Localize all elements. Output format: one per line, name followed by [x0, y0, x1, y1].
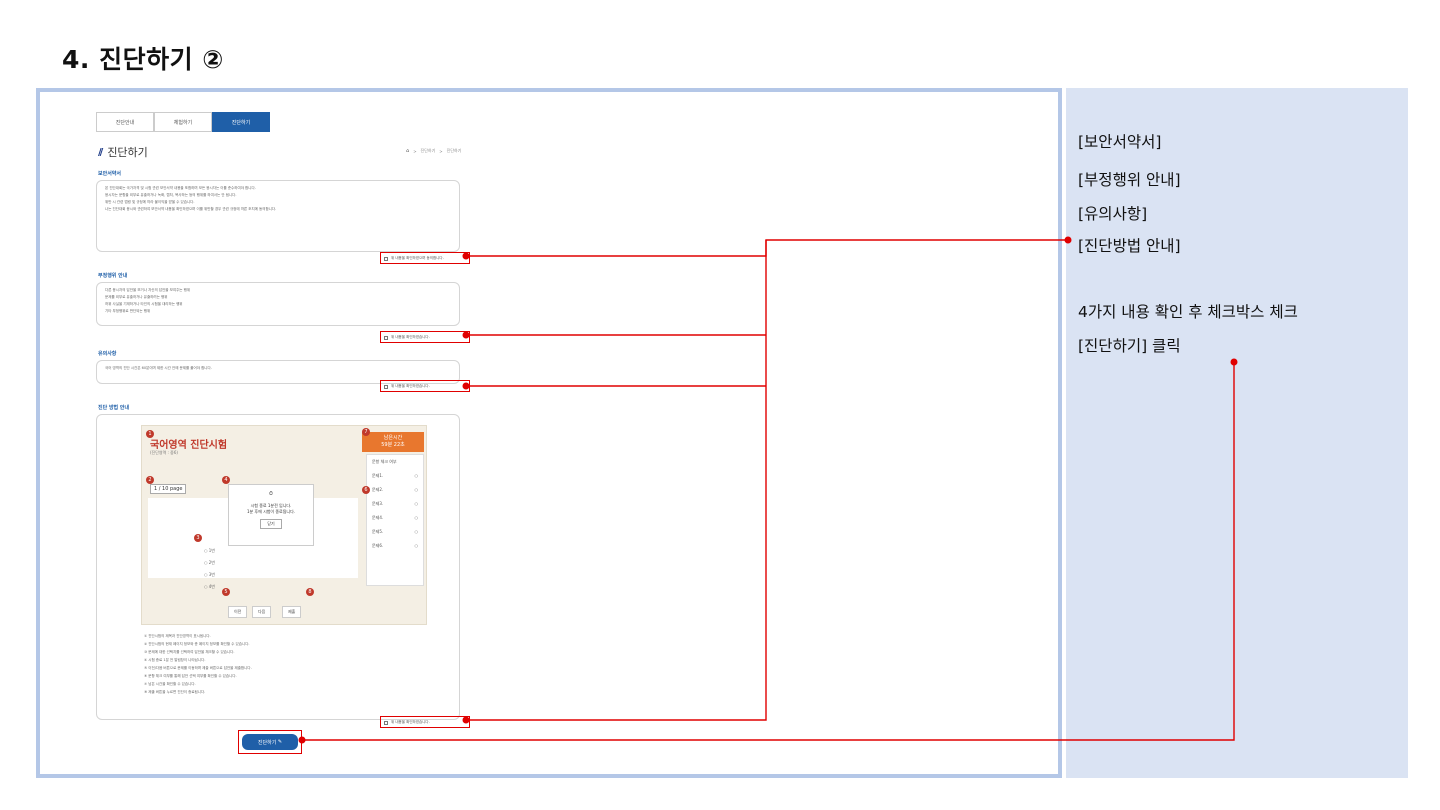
callout-number: 5 [222, 588, 230, 596]
callout-number: 2 [146, 476, 154, 484]
page-indicator: 1 / 10 page [150, 484, 187, 494]
question-row[interactable]: 문제3. ○ [367, 497, 423, 511]
callout-number: 1 [146, 430, 154, 438]
highlight-box [380, 716, 470, 728]
highlight-box [380, 380, 470, 392]
stopwatch-icon: ⏱ [269, 491, 273, 497]
cheat-line: 허위 사실을 기재하거나 타인의 시험을 대리하는 행위 [105, 302, 183, 306]
highlight-box [238, 730, 302, 754]
question-check-panel: 문항 체크 여부 문제1. ○ 문제2. ○ 문제3. ○ 문제4. ○ 문제5. ○ 문… [366, 454, 424, 586]
security-line: 나는 진단대회 응시와 관련하여 보안서약 내용을 확인하였으며 이를 위반할 … [105, 207, 277, 211]
cheat-line: 문제를 외부로 유출하거나 유출하려는 행위 [105, 295, 168, 299]
time-alert-modal: ⏱ 시험 종료 1분전 입니다. 1분 후에 시험이 종료됩니다. 닫기 [228, 484, 314, 546]
question-row[interactable]: 문제5. ○ [367, 525, 423, 539]
breadcrumb-item[interactable]: 진단하기 [421, 148, 436, 154]
submit-button[interactable]: 제출 [282, 606, 302, 618]
note-item: [보안서약서] [1078, 133, 1162, 151]
callout-number: 6 [362, 486, 370, 494]
exam-title: 국어영역 진단시험 [150, 440, 228, 451]
slide: 4. 진단하기 ② 진단안내 체험하기 진단하기 // 진단하기 ⌂ > 진단하… [0, 0, 1440, 810]
note-item: [유의사항] [1078, 205, 1148, 223]
security-line: 응시자는 문항을 외부로 유출하거나 녹화, 캡처, 복사하는 등의 행위를 하… [105, 193, 237, 197]
question-row[interactable]: 문제1. ○ [367, 469, 423, 483]
tab-trial[interactable]: 체험하기 [154, 112, 212, 132]
slide-title: 4. 진단하기 ② [62, 45, 224, 74]
question-row[interactable]: 문제6. ○ [367, 539, 423, 553]
page-heading: // 진단하기 [98, 144, 148, 160]
timer: 남은시간 59분 22초 [362, 432, 424, 452]
note-item: [부정행위 안내] [1078, 171, 1181, 189]
breadcrumb-item[interactable]: 진단하기 [447, 148, 462, 154]
heading-slash-icon: // [98, 146, 104, 158]
callout-number: 7 [362, 428, 370, 436]
question-row[interactable]: 문제2. ○ [367, 483, 423, 497]
notes-panel: [보안서약서] [부정행위 안내] [유의사항] [진단방법 안내] 4가지 내… [1066, 88, 1408, 778]
exam-preview-image: 국어영역 진단시험 (진단영역 : 중6) 남은시간 59분 22초 1 / 1… [141, 425, 427, 625]
tab-guide[interactable]: 진단안내 [96, 112, 154, 132]
security-section-title: 보안서약서 [98, 171, 122, 177]
breadcrumb: ⌂ > 진단하기 > 진단하기 [406, 148, 462, 154]
answer-option[interactable]: ○ 4번 [204, 584, 215, 590]
page-title: 진단하기 [107, 146, 148, 159]
callout-number: 3 [194, 534, 202, 542]
answer-option[interactable]: ○ 2번 [204, 560, 215, 566]
highlight-box [380, 252, 470, 264]
prev-button[interactable]: 이전 [228, 606, 248, 618]
security-line: 위반 시 관련 법령 및 규정에 따라 불이익을 받을 수 있습니다. [105, 200, 195, 204]
tab-diagnose[interactable]: 진단하기 [212, 112, 270, 132]
callout-number: 8 [306, 588, 314, 596]
question-row[interactable]: 문제4. ○ [367, 511, 423, 525]
note-instruction: 4가지 내용 확인 후 체크박스 체크 [1078, 303, 1298, 321]
callout-number: 4 [222, 476, 230, 484]
security-line: 본 진단대회는 국가자격 및 시험 관련 보안서약 내용을 포함하며 모든 응시… [105, 186, 256, 190]
modal-close-button[interactable]: 닫기 [260, 519, 282, 529]
next-button[interactable]: 다음 [252, 606, 272, 618]
tab-bar: 진단안내 체험하기 진단하기 [96, 112, 270, 132]
exam-subtitle: (진단영역 : 중6) [150, 450, 178, 455]
cheat-section-title: 부정행위 안내 [98, 273, 128, 279]
answer-option[interactable]: ○ 3번 [204, 572, 215, 578]
cheat-line: 다른 응시자의 답안을 보거나 자신의 답안을 보여주는 행위 [105, 288, 191, 292]
answer-option[interactable]: ○ 1번 [204, 548, 215, 554]
home-icon[interactable]: ⌂ [406, 148, 409, 154]
caution-section-title: 유의사항 [98, 351, 117, 357]
cheat-box: 다른 응시자의 답안을 보거나 자신의 답안을 보여주는 행위 문제를 외부로 … [96, 282, 460, 326]
note-instruction: [진단하기] 클릭 [1078, 337, 1181, 355]
caution-line: 국어 영역의 진단 시간은 60분이며 제한 시간 안에 문제를 풀어야 합니다… [105, 366, 212, 370]
method-section-title: 진단 방법 안내 [98, 405, 130, 411]
note-item: [진단방법 안내] [1078, 237, 1181, 255]
highlight-box [380, 331, 470, 343]
method-instructions: ① 진단시험의 제목과 진단영역이 표시됩니다. ② 진단시험의 현재 페이지 … [144, 634, 252, 694]
security-box: 본 진단대회는 국가자격 및 시험 관련 보안서약 내용을 포함하며 모든 응시… [96, 180, 460, 252]
screenshot-frame: 진단안내 체험하기 진단하기 // 진단하기 ⌂ > 진단하기 > 진단하기 보… [36, 88, 1062, 778]
cheat-line: 기타 부정행위로 판단되는 행위 [105, 309, 151, 313]
